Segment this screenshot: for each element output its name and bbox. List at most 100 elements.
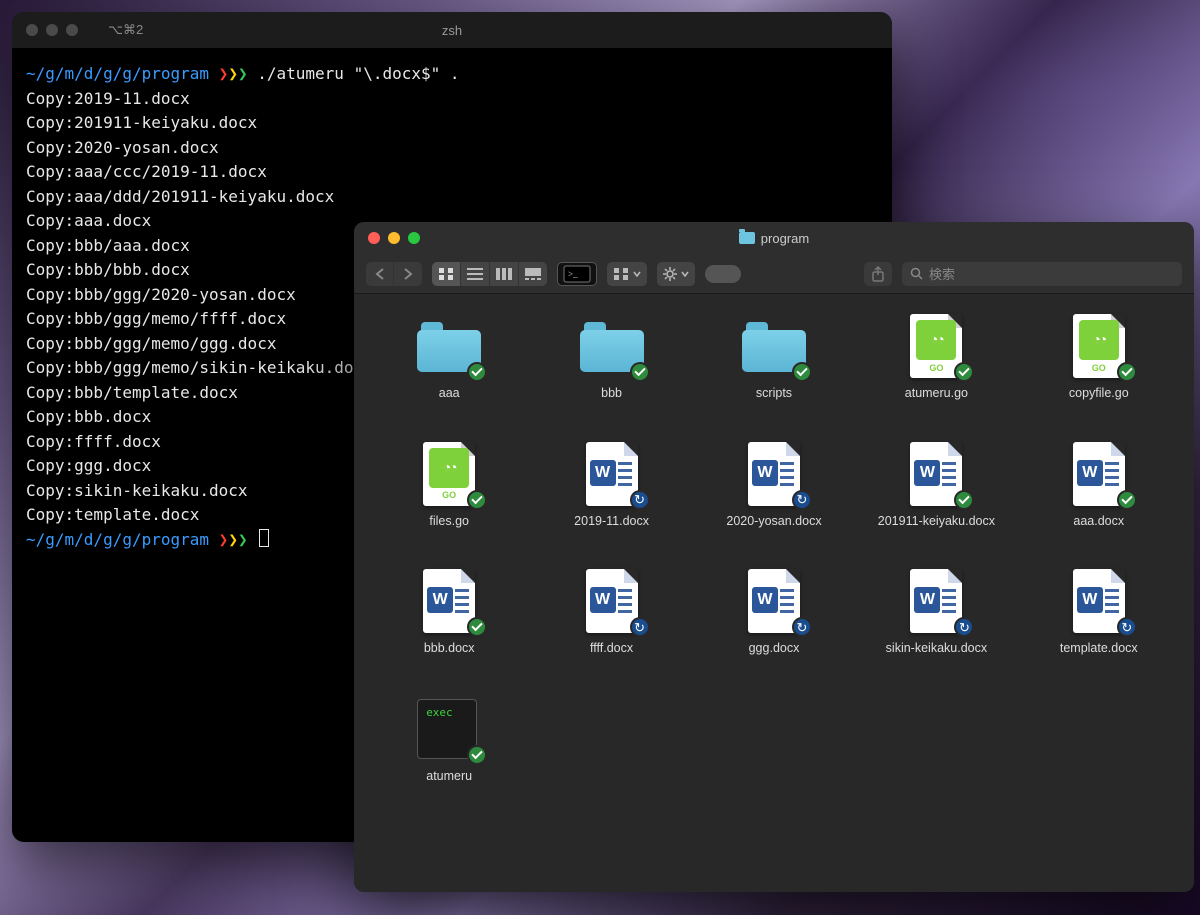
file-label: 2019-11.docx <box>574 514 649 530</box>
search-field[interactable]: 検索 <box>902 262 1182 286</box>
finder-window: program >_ <box>354 222 1194 892</box>
folder-icon <box>739 232 755 244</box>
docx-icon: W <box>742 442 806 506</box>
share-button[interactable] <box>864 262 892 286</box>
share-icon <box>871 266 885 282</box>
forward-button[interactable] <box>394 262 422 286</box>
file-label: scripts <box>756 386 792 402</box>
file-label: 2020-yosan.docx <box>726 514 821 530</box>
docx-icon: W <box>904 442 968 506</box>
syncing-badge <box>1117 617 1137 637</box>
back-button[interactable] <box>366 262 394 286</box>
docx-icon: W <box>417 569 481 633</box>
search-placeholder: 検索 <box>929 264 955 283</box>
nav-buttons <box>366 262 422 286</box>
chevron-down-icon <box>633 271 641 277</box>
file-label: ffff.docx <box>590 641 633 657</box>
terminal-traffic-lights[interactable] <box>26 24 78 36</box>
file-item[interactable]: GO copyfile.go <box>1039 314 1159 402</box>
file-item[interactable]: aaa <box>389 314 509 402</box>
group-by-button[interactable] <box>607 262 647 286</box>
go-icon: GO <box>1067 314 1131 378</box>
finder-titlebar[interactable]: program <box>354 222 1194 254</box>
file-label: bbb <box>601 386 622 402</box>
folder-icon <box>580 314 644 378</box>
syncing-badge <box>630 490 650 510</box>
docx-icon: W <box>580 442 644 506</box>
chevron-down-icon <box>681 271 689 277</box>
icon-grid: aaabbbscriptsGOatumeru.goGOcopyfile.goGO… <box>378 314 1170 785</box>
terminal-title: zsh <box>12 23 892 38</box>
file-item[interactable]: atumeru <box>389 697 509 785</box>
file-label: copyfile.go <box>1069 386 1129 402</box>
exec-icon <box>417 697 481 761</box>
syncing-badge <box>954 617 974 637</box>
syncing-badge <box>630 617 650 637</box>
terminal-minimize-button[interactable] <box>46 24 58 36</box>
column-view-button[interactable] <box>490 262 519 286</box>
sync-complete-badge <box>467 617 487 637</box>
file-item[interactable]: Wffff.docx <box>552 569 672 657</box>
finder-zoom-button[interactable] <box>408 232 420 244</box>
file-item[interactable]: scripts <box>714 314 834 402</box>
terminal-close-button[interactable] <box>26 24 38 36</box>
sync-complete-badge <box>1117 490 1137 510</box>
tags-button[interactable] <box>705 265 741 283</box>
terminal-tab-hint: ⌥⌘2 <box>108 22 143 38</box>
sync-complete-badge <box>792 362 812 382</box>
finder-title: program <box>354 231 1194 246</box>
file-item[interactable]: Wtemplate.docx <box>1039 569 1159 657</box>
syncing-badge <box>792 490 812 510</box>
sync-complete-badge <box>467 490 487 510</box>
finder-body[interactable]: aaabbbscriptsGOatumeru.goGOcopyfile.goGO… <box>354 294 1194 892</box>
file-item[interactable]: Wbbb.docx <box>389 569 509 657</box>
file-label: aaa <box>439 386 460 402</box>
file-item[interactable]: GO atumeru.go <box>876 314 996 402</box>
docx-icon: W <box>580 569 644 633</box>
finder-title-text: program <box>761 231 809 246</box>
terminal-titlebar[interactable]: ⌥⌘2 zsh <box>12 12 892 48</box>
action-menu-button[interactable] <box>657 262 695 286</box>
icon-view-button[interactable] <box>432 262 461 286</box>
file-label: template.docx <box>1060 641 1138 657</box>
file-item[interactable]: W 201911-keiyaku.docx <box>876 442 996 530</box>
file-label: atumeru.go <box>905 386 968 402</box>
view-mode-buttons <box>432 262 547 286</box>
search-icon <box>910 267 923 280</box>
terminal-zoom-button[interactable] <box>66 24 78 36</box>
finder-traffic-lights[interactable] <box>368 232 420 244</box>
gallery-view-button[interactable] <box>519 262 547 286</box>
file-label: bbb.docx <box>424 641 475 657</box>
finder-close-button[interactable] <box>368 232 380 244</box>
file-item[interactable]: Waaa.docx <box>1039 442 1159 530</box>
docx-icon: W <box>1067 569 1131 633</box>
file-label: files.go <box>429 514 469 530</box>
path-terminal-button[interactable]: >_ <box>557 262 597 286</box>
file-item[interactable]: GO files.go <box>389 442 509 530</box>
finder-minimize-button[interactable] <box>388 232 400 244</box>
file-item[interactable]: bbb <box>552 314 672 402</box>
go-icon: GO <box>417 442 481 506</box>
sync-complete-badge <box>630 362 650 382</box>
file-label: aaa.docx <box>1073 514 1124 530</box>
docx-icon: W <box>742 569 806 633</box>
docx-icon: W <box>904 569 968 633</box>
file-label: sikin-keikaku.docx <box>886 641 987 657</box>
sync-complete-badge <box>954 490 974 510</box>
go-icon: GO <box>904 314 968 378</box>
file-label: atumeru <box>426 769 472 785</box>
sync-complete-badge <box>954 362 974 382</box>
gear-icon <box>663 267 677 281</box>
file-item[interactable]: Wsikin-keikaku.docx <box>876 569 996 657</box>
sync-complete-badge <box>467 362 487 382</box>
file-label: ggg.docx <box>749 641 800 657</box>
syncing-badge <box>792 617 812 637</box>
file-label: 201911-keiyaku.docx <box>878 514 995 530</box>
file-item[interactable]: Wggg.docx <box>714 569 834 657</box>
file-item[interactable]: W 2019-11.docx <box>552 442 672 530</box>
list-view-button[interactable] <box>461 262 490 286</box>
folder-icon <box>417 314 481 378</box>
file-item[interactable]: W 2020-yosan.docx <box>714 442 834 530</box>
sync-complete-badge <box>1117 362 1137 382</box>
svg-text:>_: >_ <box>568 269 578 279</box>
